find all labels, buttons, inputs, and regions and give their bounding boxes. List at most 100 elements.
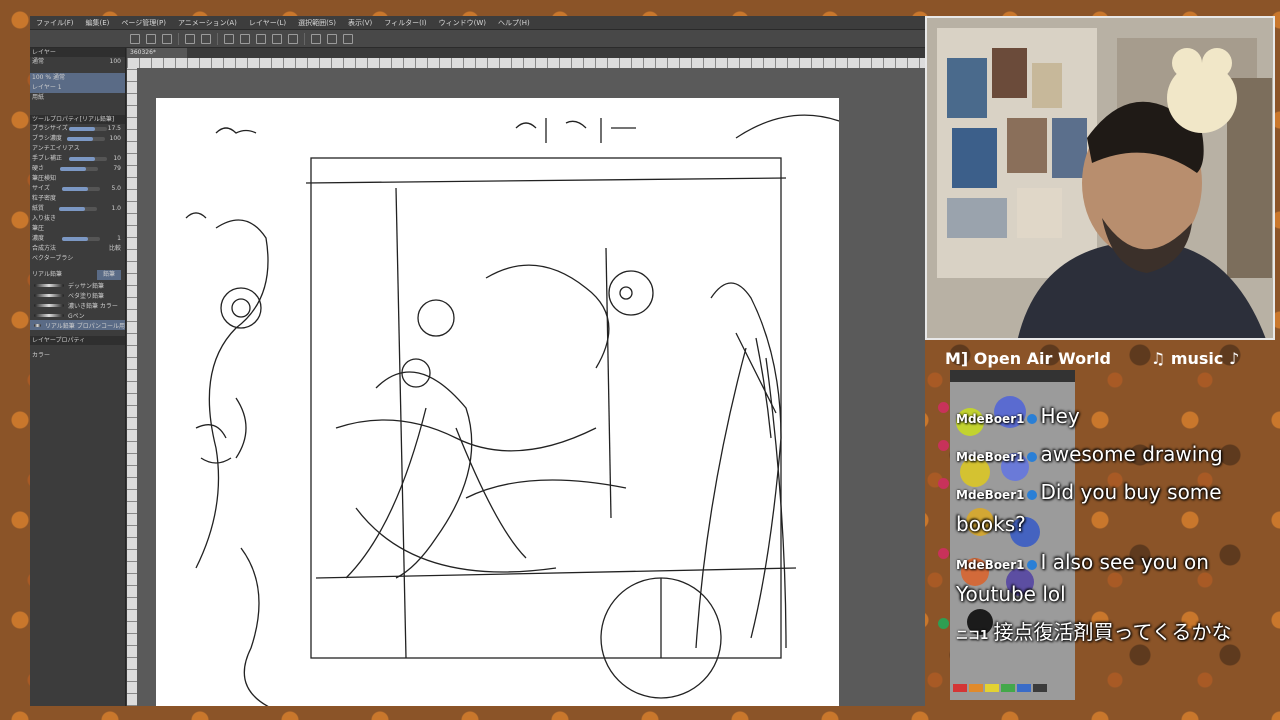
property-label: アンチエイリアス — [32, 145, 80, 152]
panel-header — [950, 370, 1075, 382]
brush-item[interactable]: Gペン — [30, 310, 125, 320]
menu-selection[interactable]: 選択範囲(S) — [292, 18, 342, 28]
menu-window[interactable]: ウィンドウ(W) — [433, 18, 492, 28]
property-slider[interactable] — [61, 237, 100, 241]
undo-icon[interactable] — [185, 33, 195, 44]
tool-property-row[interactable]: サイズ 5.0 — [30, 184, 125, 194]
layer-item-layer1[interactable]: 100 % 通常 — [30, 73, 125, 83]
brush-stroke-preview — [34, 283, 64, 287]
tool-property-row[interactable]: 粒子密度 — [30, 194, 125, 204]
new-file-icon[interactable] — [130, 33, 140, 44]
property-value[interactable]: 79 — [113, 164, 121, 174]
menu-bar: ファイル(F) 編集(E) ページ管理(P) アニメーション(A) レイヤー(L… — [30, 16, 925, 30]
color-label[interactable]: カラー — [32, 351, 50, 361]
tool-property-row[interactable]: 入り抜き — [30, 214, 125, 224]
palette-blue[interactable] — [1017, 684, 1031, 692]
property-label: 筆圧検知 — [32, 175, 57, 182]
special-ruler-icon[interactable] — [327, 33, 337, 44]
brush-item[interactable]: デッサン鉛筆 — [30, 280, 125, 290]
property-label: 筆圧 — [32, 225, 45, 232]
menu-animation[interactable]: アニメーション(A) — [172, 18, 243, 28]
layer-item-layer1-name[interactable]: レイヤー 1 — [30, 83, 125, 93]
property-slider[interactable] — [58, 207, 97, 211]
palette-green[interactable] — [1001, 684, 1015, 692]
menu-view[interactable]: 表示(V) — [342, 18, 378, 28]
tool-property-row[interactable]: ブラシ濃度 100 — [30, 134, 125, 144]
menu-filter[interactable]: フィルター(I) — [378, 18, 432, 28]
tool-property-row[interactable]: 硬さ 79 — [30, 164, 125, 174]
canvas-area[interactable]: 360326* — [127, 48, 925, 706]
property-value[interactable]: 1.0 — [111, 204, 121, 214]
property-value[interactable]: 10 — [113, 154, 121, 164]
tool-property-row[interactable]: 合成方法 比較 — [30, 244, 125, 254]
document-tab[interactable]: 360326* — [127, 48, 187, 58]
layer-blend-label: 100 % 通常 — [32, 74, 65, 81]
menu-edit[interactable]: 編集(E) — [80, 18, 116, 28]
property-label: 入り抜き — [32, 215, 57, 222]
webcam-feed — [925, 16, 1275, 340]
sub-tool-tab-pencil[interactable]: 鉛筆 — [96, 270, 121, 280]
ruler-snap-icon[interactable] — [311, 33, 321, 44]
deselect-icon[interactable] — [272, 33, 282, 44]
crop-icon[interactable] — [288, 33, 298, 44]
sub-icon — [1027, 559, 1038, 570]
user-badge-icon — [938, 478, 949, 489]
fill-icon[interactable] — [240, 33, 250, 44]
drawing-canvas[interactable] — [156, 98, 857, 706]
menu-page[interactable]: ページ管理(P) — [115, 18, 172, 28]
user-badge-icon — [938, 618, 949, 629]
tool-property-row[interactable]: アンチエイリアス — [30, 144, 125, 154]
palette-dark[interactable] — [1033, 684, 1047, 692]
property-slider[interactable] — [68, 157, 107, 161]
grid-snap-icon[interactable] — [343, 33, 353, 44]
ticker-left-text: M] Open Air World — [945, 348, 1111, 368]
property-slider[interactable] — [61, 187, 100, 191]
tool-property-row[interactable]: 濃度 1 — [30, 234, 125, 244]
tool-property-row[interactable]: ブラシサイズ 17.5 — [30, 124, 125, 134]
tool-property-row[interactable]: 紙質 1.0 — [30, 204, 125, 214]
sub-icon — [1027, 413, 1038, 424]
property-value[interactable]: 1 — [117, 234, 121, 244]
property-label: 手ブレ補正 — [32, 155, 63, 162]
property-label: 濃度 — [32, 235, 45, 242]
redo-icon[interactable] — [201, 33, 211, 44]
tool-property-row[interactable]: ベクターブラシ — [30, 254, 125, 264]
command-bar — [30, 30, 925, 48]
open-icon[interactable] — [146, 33, 156, 44]
property-slider[interactable] — [66, 137, 105, 141]
save-icon[interactable] — [162, 33, 172, 44]
blend-mode-select[interactable]: 通常 — [32, 57, 44, 67]
brush-item[interactable]: リアル鉛筆 ブロパンコール用 — [30, 320, 125, 330]
blend-mode-row[interactable]: 通常 100 — [30, 57, 125, 67]
menu-layer[interactable]: レイヤー(L) — [243, 18, 292, 28]
menu-file[interactable]: ファイル(F) — [30, 18, 80, 28]
property-value[interactable]: 100 — [110, 134, 121, 144]
property-value[interactable]: 比較 — [109, 244, 121, 254]
clear-icon[interactable] — [224, 33, 234, 44]
palette-orange[interactable] — [969, 684, 983, 692]
brush-label: ベタ塗り鉛筆 — [68, 292, 105, 300]
sub-icon — [1027, 489, 1038, 500]
opacity-value[interactable]: 100 — [110, 57, 121, 67]
layer-item-paper[interactable]: 用紙 — [30, 93, 125, 103]
property-slider[interactable] — [68, 127, 107, 131]
tool-property-row[interactable]: 手ブレ補正 10 — [30, 154, 125, 164]
sub-icon — [1027, 451, 1038, 462]
property-value[interactable]: 17.5 — [108, 124, 121, 134]
transform-icon[interactable] — [256, 33, 266, 44]
palette-yellow[interactable] — [985, 684, 999, 692]
palette-red[interactable] — [953, 684, 967, 692]
sub-tool-tab-real-pencil[interactable]: リアル鉛筆 — [32, 270, 62, 280]
tool-property-row[interactable]: 筆圧検知 — [30, 174, 125, 184]
brush-stroke-preview — [34, 293, 64, 297]
tool-property-row[interactable]: 筆圧 — [30, 224, 125, 234]
property-value[interactable]: 5.0 — [111, 184, 121, 194]
chat-message: ニコ1 接点復活剤買ってくるかな — [938, 616, 1238, 648]
brush-item[interactable]: ベタ塗り鉛筆 — [30, 290, 125, 300]
property-label: 合成方法 — [32, 245, 57, 252]
menu-help[interactable]: ヘルプ(H) — [492, 18, 536, 28]
brush-item[interactable]: 濃いき鉛筆 カラー — [30, 300, 125, 310]
tool-property-header: ツールプロパティ[リアル鉛筆] — [30, 115, 125, 124]
property-slider[interactable] — [59, 167, 98, 171]
color-row[interactable]: カラー — [30, 351, 125, 361]
